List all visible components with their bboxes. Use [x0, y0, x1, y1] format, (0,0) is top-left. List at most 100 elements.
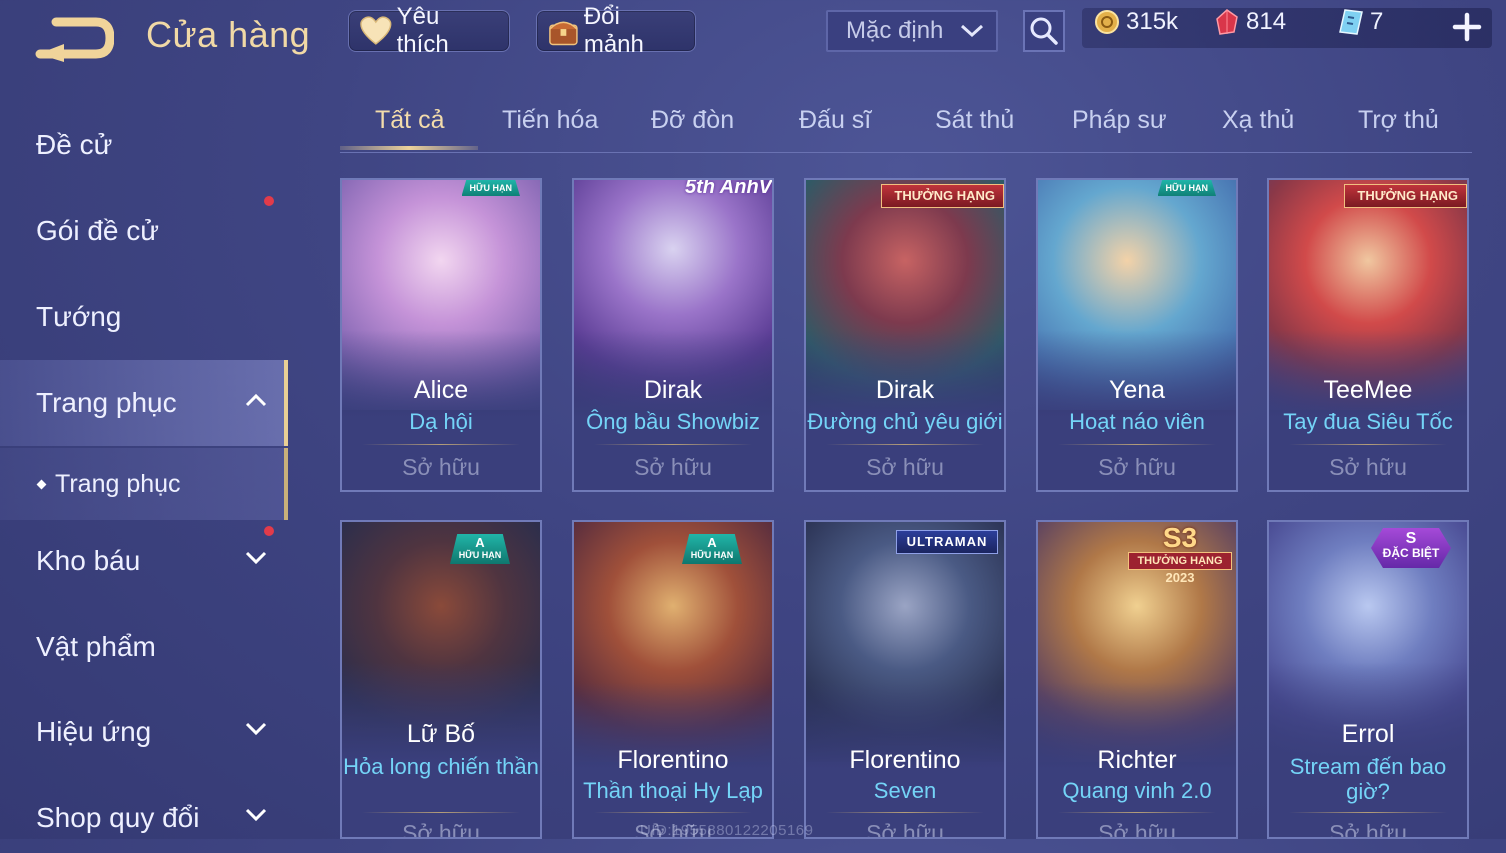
skin-card[interactable]: A HỮU HẠN Lữ Bố Hỏa long chiến thần Sở hữ…: [340, 520, 542, 839]
page-title: Cửa hàng: [146, 14, 311, 55]
sidebar-item-items[interactable]: Vật phẩm: [0, 612, 288, 682]
skin-card[interactable]: THƯỞNG HẠNG TeeMee Tay đua Siêu Tốc Sở h…: [1267, 178, 1469, 492]
sidebar-subitem-label: Trang phục: [55, 469, 181, 498]
hero-name: Lữ Bố: [406, 720, 476, 748]
chevron-down-icon: [245, 551, 267, 565]
tab-marksman[interactable]: Xạ thủ: [1222, 106, 1294, 135]
tab-assassin[interactable]: Sát thủ: [935, 106, 1014, 135]
skin-card[interactable]: S3 THƯỞNG HẠNG 2023 Richter Quang vinh 2…: [1036, 520, 1238, 839]
tab-support[interactable]: Trợ thủ: [1358, 106, 1439, 135]
back-button[interactable]: [34, 14, 115, 62]
search-icon: [1030, 17, 1058, 45]
tab-fighter[interactable]: Đấu sĩ: [799, 106, 871, 135]
skin-name: Dạ hội: [409, 409, 473, 434]
skin-name: Tay đua Siêu Tốc: [1283, 409, 1453, 434]
tab-mage[interactable]: Pháp sư: [1072, 106, 1167, 135]
skin-card[interactable]: HỮU HẠN Alice Dạ hội Sở hữu: [340, 178, 542, 492]
sidebar-item-exchange-shop[interactable]: Shop quy đổi: [0, 783, 288, 853]
sidebar-item-label: Kho báu: [36, 545, 141, 576]
top-bar: Cửa hàng Yêu thích Đổi mảnh Mặc định 315…: [0, 0, 1506, 70]
exchange-label: Đổi mảnh: [583, 3, 644, 58]
owned-status: Sở hữu: [402, 454, 480, 480]
owned-status: Sở hữu: [866, 820, 944, 839]
sidebar-item-treasure[interactable]: Kho báu: [0, 526, 288, 596]
skin-card[interactable]: HỮU HẠN Yena Hoạt náo viên Sở hữu: [1036, 178, 1238, 492]
skin-card[interactable]: THƯỞNG HẠNG Dirak Đường chủ yêu giới Sở …: [804, 178, 1006, 492]
sidebar-item-skins[interactable]: Trang phục: [0, 360, 288, 446]
tier-a-badge: A HỮU HẠN: [682, 534, 742, 564]
chevron-down-icon: [245, 808, 267, 822]
owned-status: Sở hữu: [1098, 454, 1176, 480]
hero-name: Dirak: [643, 376, 703, 404]
limited-badge: HỮU HẠN: [1157, 180, 1216, 196]
voucher-currency: 7: [1338, 8, 1383, 36]
plus-icon: [1452, 12, 1482, 42]
ranked-badge: THƯỞNG HẠNG: [1344, 184, 1467, 208]
sidebar-item-label: Trang phục: [36, 387, 177, 418]
owned-status: Sở hữu: [1098, 820, 1176, 839]
ruby-currency: 814: [1214, 8, 1286, 36]
hero-name: Alice: [413, 376, 469, 404]
add-currency-button[interactable]: [1450, 10, 1484, 44]
sidebar-item-label: Hiệu ứng: [36, 716, 152, 747]
owned-status: Sở hữu: [866, 454, 944, 480]
skin-name: Quang vinh 2.0: [1062, 778, 1212, 803]
category-tabs: Tất cả Tiến hóa Đỡ đòn Đấu sĩ Sát thủ Ph…: [340, 100, 1472, 153]
exchange-fragments-button[interactable]: Đổi mảnh: [536, 3, 696, 58]
ranked-season-badge: S3 THƯỞNG HẠNG 2023: [1128, 524, 1232, 585]
owned-status: Sở hữu: [634, 454, 712, 480]
tier-a-badge: A HỮU HẠN: [450, 534, 510, 564]
sidebar-item-heroes[interactable]: Tướng: [0, 282, 288, 352]
active-tab-indicator: [340, 146, 478, 150]
ultraman-badge: ULTRAMAN: [896, 530, 998, 554]
skin-name: Seven: [873, 778, 937, 803]
skin-name: Hỏa long chiến thần: [343, 754, 539, 779]
chevron-down-icon: [960, 24, 984, 38]
heart-icon: [360, 16, 392, 45]
hero-name: Errol: [1341, 720, 1395, 748]
owned-status: Sở hữu: [1329, 454, 1407, 480]
ranked-badge: THƯỞNG HẠNG: [881, 184, 1004, 208]
chevron-down-icon: [245, 722, 267, 736]
skin-card[interactable]: 5th AnhV Dirak Ông bầu Showbiz Sở hữu: [572, 178, 774, 492]
limited-badge: HỮU HẠN: [461, 180, 520, 196]
skin-name: Thần thoại Hy Lạp: [583, 778, 763, 803]
hero-name: Yena: [1108, 376, 1166, 404]
skin-card[interactable]: ULTRAMAN Florentino Seven Sở hữu: [804, 520, 1006, 839]
sort-dropdown[interactable]: Mặc định: [826, 10, 998, 52]
favorites-label: Yêu thích: [396, 3, 449, 58]
search-button[interactable]: [1023, 10, 1065, 52]
hero-name: Florentino: [617, 746, 729, 774]
skin-card[interactable]: S ĐẶC BIỆT Errol Stream đến bao giờ? Sở h…: [1267, 520, 1469, 839]
ruby-icon: [1216, 9, 1238, 35]
skin-card[interactable]: A HỮU HẠN Florentino Thần thoại Hy Lạp Sở…: [572, 520, 774, 839]
skin-name: Hoạt náo viên: [1069, 409, 1205, 434]
back-arrow-icon: [35, 17, 115, 62]
gold-currency: 315k: [1094, 8, 1178, 36]
tab-evolution[interactable]: Tiến hóa: [502, 106, 598, 135]
bullet-icon: [36, 479, 47, 489]
notification-dot: [264, 196, 274, 206]
chest-icon: [549, 21, 578, 46]
skin-name: Đường chủ yêu giới: [807, 409, 1003, 434]
hero-name: Dirak: [875, 376, 935, 404]
sidebar-item-effects[interactable]: Hiệu ứng: [0, 697, 288, 767]
gold-coin-icon: [1095, 10, 1119, 34]
voucher-icon: [1339, 9, 1363, 35]
notification-dot: [264, 526, 274, 536]
owned-status: Sở hữu: [402, 820, 480, 839]
favorites-button[interactable]: Yêu thích: [348, 3, 510, 58]
sidebar-item-recommended-packs[interactable]: Gói đề cử: [0, 196, 288, 266]
tab-tank[interactable]: Đỡ đòn: [651, 106, 734, 135]
sidebar-subitem-skins[interactable]: Trang phục: [0, 448, 288, 520]
tab-all[interactable]: Tất cả: [375, 106, 444, 135]
sidebar: Đề cử Gói đề cử Tướng Trang phục Trang p…: [0, 100, 290, 839]
sidebar-item-recommended[interactable]: Đề cử: [0, 110, 288, 180]
skin-name: Stream đến bao giờ?: [1289, 754, 1447, 804]
sidebar-item-label: Đề cử: [36, 129, 113, 160]
hero-name: TeeMee: [1323, 376, 1413, 404]
owned-status: Sở hữu: [1329, 820, 1407, 839]
sidebar-item-label: Gói đề cử: [36, 215, 160, 246]
sidebar-item-label: Vật phẩm: [36, 631, 156, 662]
artwork-text: 5th AnhV: [684, 178, 772, 198]
